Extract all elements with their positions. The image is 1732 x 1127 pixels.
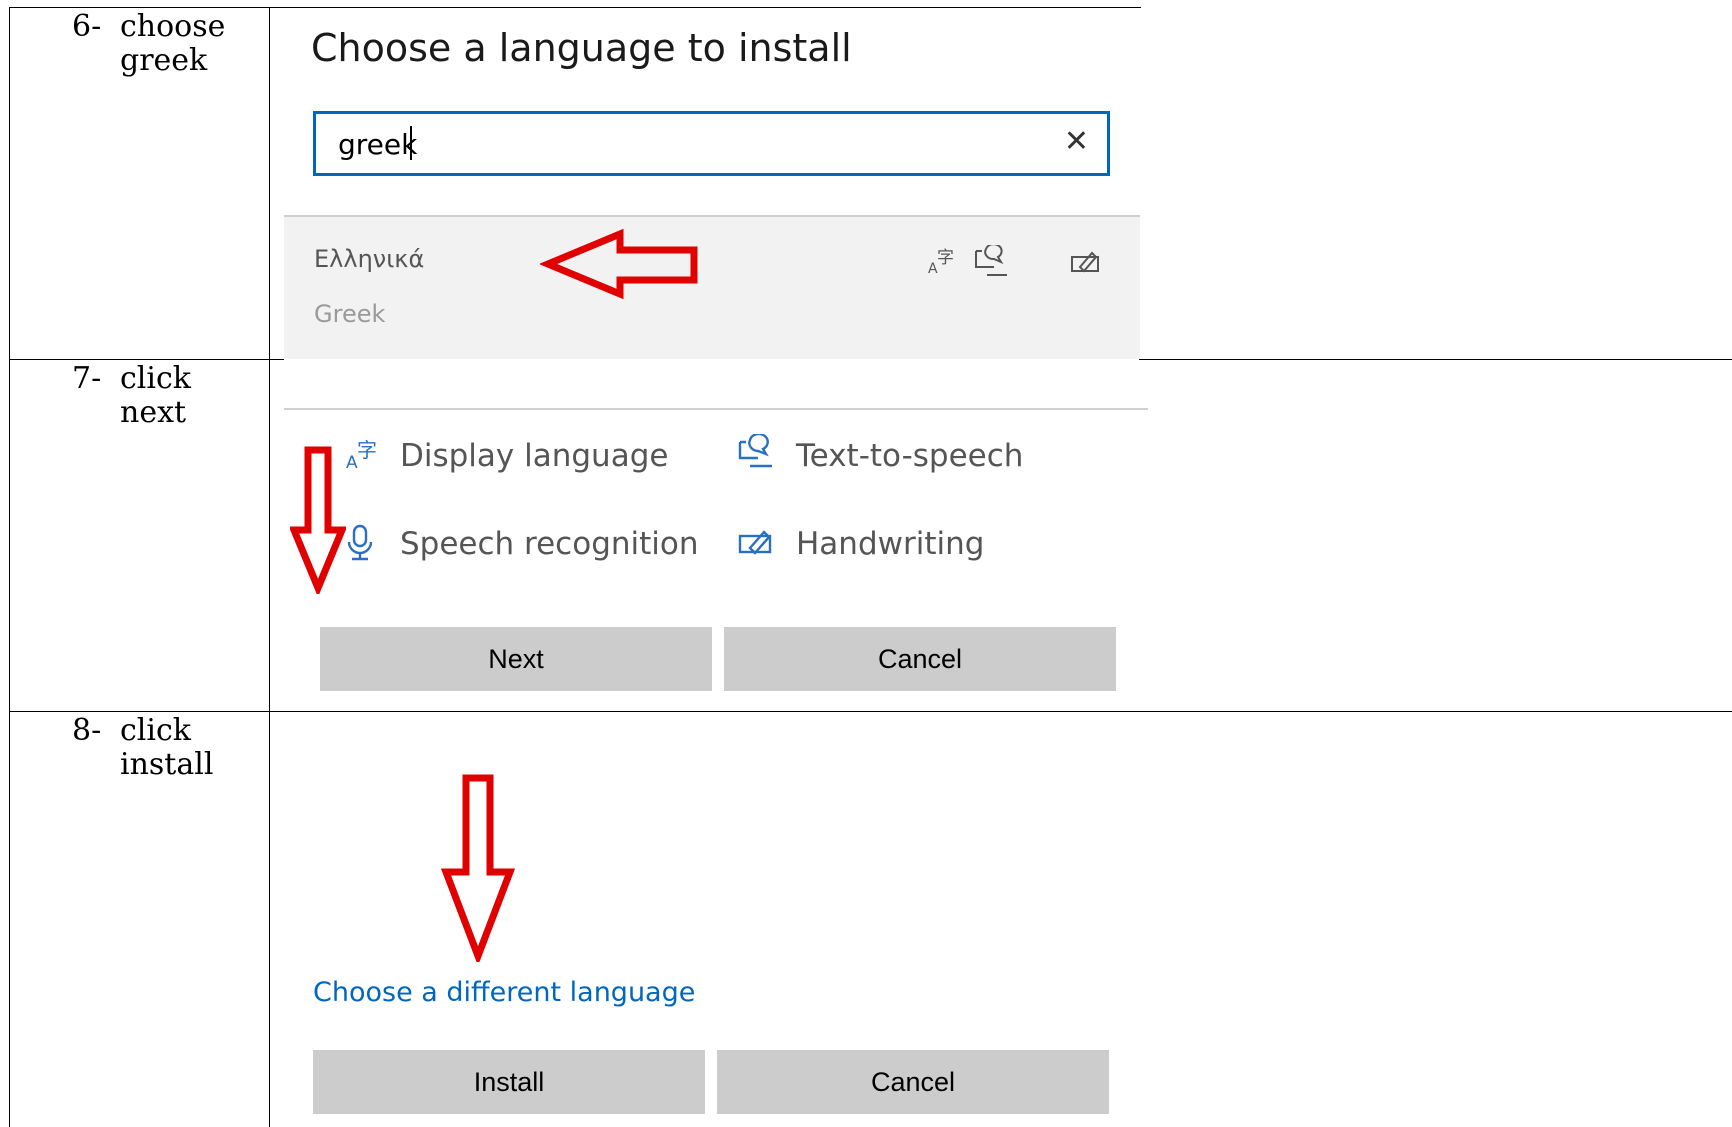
step-number: 6-: [72, 9, 102, 44]
step-text: click: [120, 713, 191, 748]
feature-label: Speech recognition: [400, 526, 699, 562]
svg-text:字: 字: [357, 438, 377, 462]
language-native-name: Ελληνικά: [314, 245, 425, 273]
table-row-divider: [1139, 359, 1732, 360]
feature-label: Display language: [400, 438, 669, 474]
step-number: 7-: [72, 361, 102, 396]
red-arrow-down: [440, 774, 516, 962]
install-button[interactable]: Install: [313, 1050, 705, 1114]
step-text: click: [120, 361, 191, 396]
choose-different-language-link[interactable]: Choose a different language: [313, 977, 695, 1008]
display-language-icon: A字: [928, 247, 958, 283]
language-result-item[interactable]: Ελληνικά Greek A字: [284, 217, 1140, 359]
red-arrow-left: [540, 228, 698, 300]
feature-label: Handwriting: [796, 526, 985, 562]
text-to-speech-icon: [738, 432, 776, 479]
svg-text:字: 字: [937, 248, 954, 268]
step-text: greek: [120, 43, 208, 78]
divider: [284, 408, 1148, 410]
cancel-button[interactable]: Cancel: [724, 627, 1116, 691]
step-text: next: [120, 395, 187, 430]
table-row-divider: [9, 711, 1732, 712]
clear-icon[interactable]: ✕: [1064, 124, 1089, 159]
next-button[interactable]: Next: [320, 627, 712, 691]
language-search-input[interactable]: greek ✕: [313, 111, 1110, 176]
text-caret: [410, 126, 412, 160]
dialog-title: Choose a language to install: [311, 26, 852, 70]
language-english-name: Greek: [314, 300, 386, 328]
microphone-icon: [346, 524, 374, 569]
table-border-left: [9, 7, 10, 1127]
feature-label: Text-to-speech: [796, 438, 1024, 474]
handwriting-icon: [1070, 247, 1102, 281]
text-to-speech-icon: [974, 243, 1010, 285]
display-language-icon: A字: [346, 438, 380, 479]
step-text: choose: [120, 9, 226, 44]
cancel-button[interactable]: Cancel: [717, 1050, 1109, 1114]
table-border-top: [9, 7, 1141, 8]
search-input-value: greek: [338, 128, 418, 161]
step-number: 8-: [72, 713, 102, 748]
handwriting-icon: [738, 524, 774, 563]
table-row-divider: [9, 359, 284, 360]
step-text: install: [120, 747, 214, 782]
table-column-divider: [269, 7, 270, 1127]
red-arrow-down: [290, 446, 346, 594]
